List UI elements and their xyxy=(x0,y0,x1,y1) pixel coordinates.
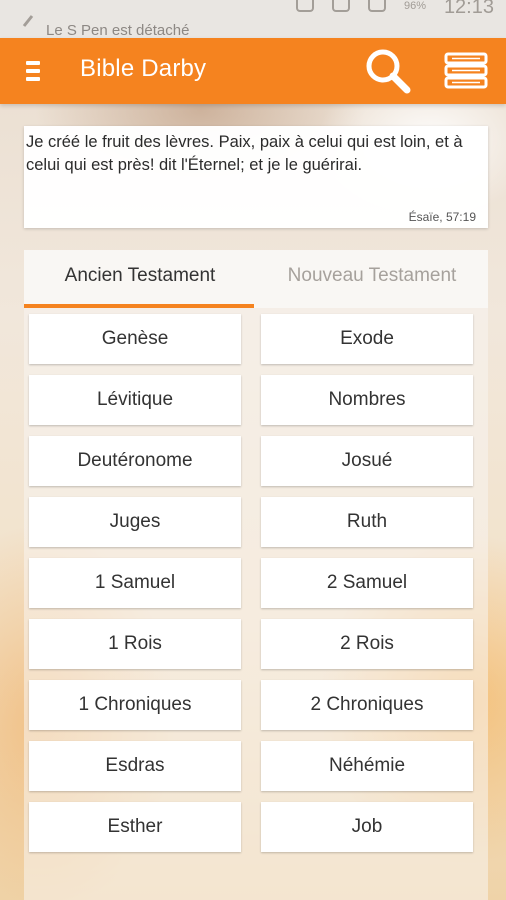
signal-icon xyxy=(368,0,386,12)
book-ezra[interactable]: Esdras xyxy=(29,741,241,791)
book-genesis[interactable]: Genèse xyxy=(29,314,241,364)
book-1-kings[interactable]: 1 Rois xyxy=(29,619,241,669)
verse-of-the-day-card[interactable]: Je créé le fruit des lèvres. Paix, paix … xyxy=(24,126,488,228)
menu-button[interactable] xyxy=(26,58,48,84)
app-title: Bible Darby xyxy=(80,55,207,82)
tab-new-testament[interactable]: Nouveau Testament xyxy=(256,250,488,308)
book-ruth[interactable]: Ruth xyxy=(261,497,473,547)
pen-icon xyxy=(22,15,34,27)
battery-level: 96% xyxy=(403,0,426,12)
testament-tabs: Ancien Testament Nouveau Testament xyxy=(24,250,488,308)
menu-icon xyxy=(26,61,40,65)
book-2-chronicles[interactable]: 2 Chroniques xyxy=(261,680,473,730)
wifi-icon xyxy=(332,0,350,12)
book-nehemiah[interactable]: Néhémie xyxy=(261,741,473,791)
vibrate-icon xyxy=(296,0,314,12)
book-judges[interactable]: Juges xyxy=(29,497,241,547)
book-esther[interactable]: Esther xyxy=(29,802,241,852)
status-icons xyxy=(296,0,386,12)
search-button[interactable] xyxy=(363,46,413,96)
books-button[interactable] xyxy=(442,50,492,94)
book-exodus[interactable]: Exode xyxy=(261,314,473,364)
book-joshua[interactable]: Josué xyxy=(261,436,473,486)
book-leviticus[interactable]: Lévitique xyxy=(29,375,241,425)
books-grid: Genèse Exode Lévitique Nombres Deutérono… xyxy=(24,308,488,900)
notification-text: Le S Pen est détaché xyxy=(46,22,190,39)
verse-text: Je créé le fruit des lèvres. Paix, paix … xyxy=(26,133,463,174)
verse-reference: Ésaïe, 57:19 xyxy=(408,210,476,224)
status-bar: Le S Pen est détaché 96% 12:13 xyxy=(0,0,506,39)
search-icon xyxy=(366,49,411,94)
stacked-books-icon xyxy=(444,52,488,89)
book-2-kings[interactable]: 2 Rois xyxy=(261,619,473,669)
book-1-chronicles[interactable]: 1 Chroniques xyxy=(29,680,241,730)
book-1-samuel[interactable]: 1 Samuel xyxy=(29,558,241,608)
book-job[interactable]: Job xyxy=(261,802,473,852)
tab-old-testament[interactable]: Ancien Testament xyxy=(24,250,256,308)
book-2-samuel[interactable]: 2 Samuel xyxy=(261,558,473,608)
clock: 12:13 xyxy=(443,0,494,18)
app-bar: Bible Darby xyxy=(0,38,506,104)
book-numbers[interactable]: Nombres xyxy=(261,375,473,425)
book-deuteronomy[interactable]: Deutéronome xyxy=(29,436,241,486)
